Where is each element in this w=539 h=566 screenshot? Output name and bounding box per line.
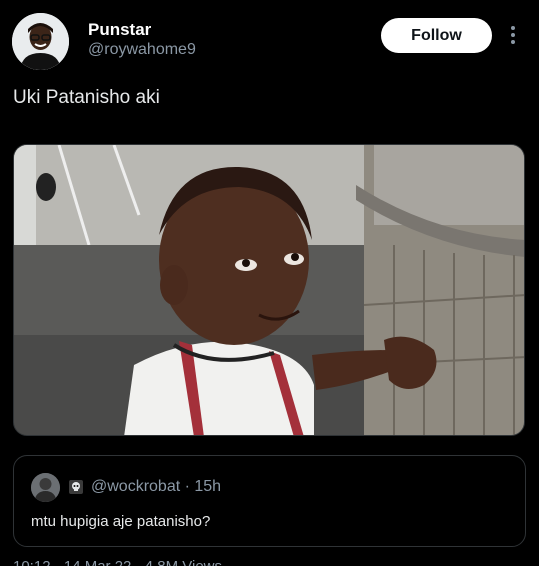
tweet-media-image[interactable] bbox=[13, 144, 525, 436]
author-avatar[interactable] bbox=[12, 13, 69, 70]
quoted-handle-time[interactable]: @wockrobat · 15h bbox=[91, 478, 221, 496]
tweet-timestamp[interactable]: 10:12 · 14 Mar 22 · 4.8M Views bbox=[13, 558, 222, 566]
follow-button[interactable]: Follow bbox=[381, 18, 492, 53]
tweet-text: Uki Patanisho aki bbox=[13, 87, 160, 108]
skull-badge-icon bbox=[69, 480, 83, 494]
quoted-tweet[interactable]: @wockrobat · 15h mtu hupigia aje patanis… bbox=[13, 455, 526, 547]
more-vertical-icon[interactable] bbox=[507, 24, 519, 46]
author-display-name[interactable]: Punstar bbox=[88, 20, 151, 40]
author-handle[interactable]: @roywahome9 bbox=[88, 41, 196, 59]
quoted-author-avatar[interactable] bbox=[31, 473, 60, 502]
quoted-tweet-text: mtu hupigia aje patanisho? bbox=[31, 513, 211, 530]
